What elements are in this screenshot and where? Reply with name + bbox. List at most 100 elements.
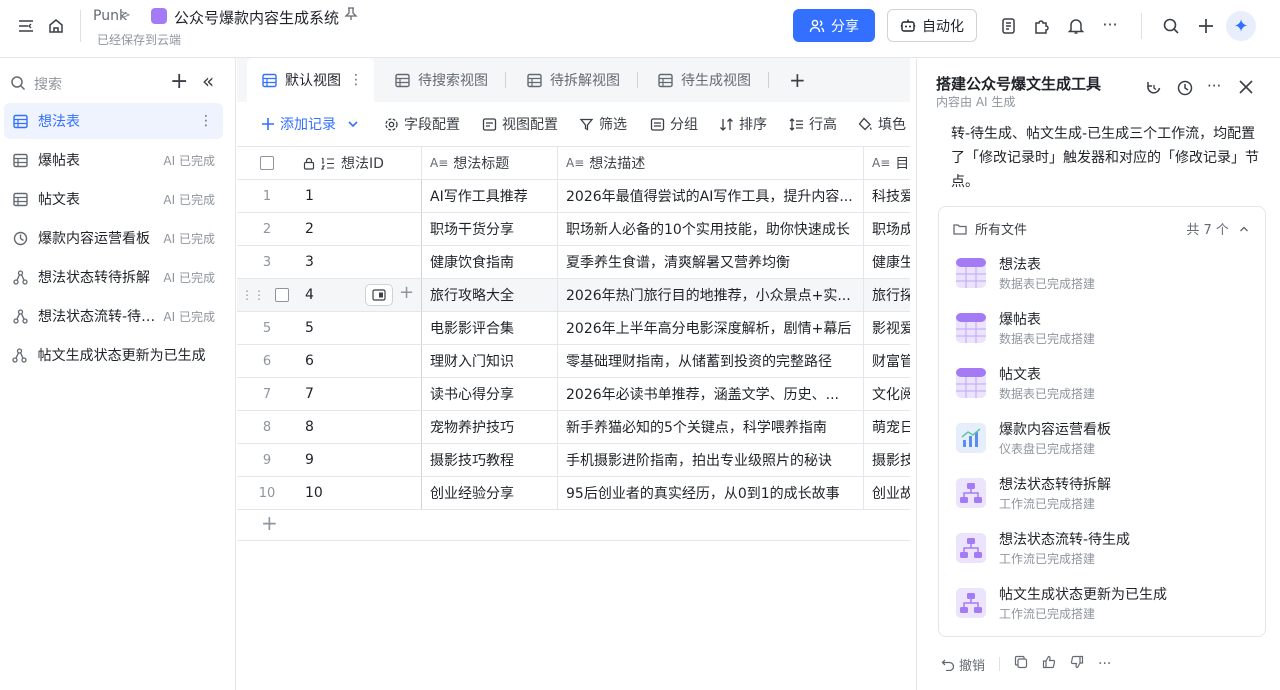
document-icon[interactable]: [997, 14, 1021, 38]
file-item[interactable]: 想法状态流转-待生成 工作流已完成搭建: [955, 528, 1255, 572]
select-all-checkbox[interactable]: [260, 156, 274, 170]
cell-idea-title[interactable]: 宠物养护技巧: [422, 411, 558, 443]
tab-search-view[interactable]: 待搜索视图: [395, 58, 488, 102]
close-icon[interactable]: [1238, 79, 1254, 99]
sidebar-search[interactable]: 搜索 + «: [10, 69, 225, 94]
file-item[interactable]: 想法状态转待拆解 工作流已完成搭建: [955, 473, 1255, 517]
cell-idea-id[interactable]: 3: [297, 246, 422, 278]
cell-target[interactable]: 科技爱: [864, 180, 910, 212]
cell-idea-id[interactable]: 8: [297, 411, 422, 443]
more-icon[interactable]: ···: [1207, 77, 1221, 95]
cell-target[interactable]: 旅行探: [864, 279, 910, 311]
table-row[interactable]: 2 2 职场干货分享 职场新人必备的10个实用技能，助你快速成长 职场成: [237, 213, 910, 246]
sidebar-item-workflow-1[interactable]: 想法状态转待拆解 AI 已完成: [4, 259, 223, 295]
add-record-button[interactable]: 添加记录: [261, 114, 359, 134]
group-button[interactable]: 分组: [650, 114, 698, 134]
history-icon[interactable]: [1176, 79, 1194, 101]
sidebar-item-dashboard[interactable]: 爆款内容运营看板 AI 已完成: [4, 220, 223, 256]
table-row[interactable]: 3 3 健康饮食指南 夏季养生食谱，清爽解暑又营养均衡 健康生: [237, 246, 910, 279]
cell-idea-id[interactable]: 1: [297, 180, 422, 212]
add-view-button[interactable]: +: [789, 58, 806, 102]
row-checkbox[interactable]: [275, 288, 289, 302]
row-select-cell[interactable]: ⋮⋮: [237, 279, 297, 311]
copy-icon[interactable]: [1014, 655, 1028, 673]
pin-icon[interactable]: [344, 7, 358, 25]
drag-handle-icon[interactable]: ⋮⋮: [241, 288, 265, 302]
cell-idea-id[interactable]: 5: [297, 312, 422, 344]
cell-idea-desc[interactable]: 2026年必读书单推荐，涵盖文学、历史、...: [558, 378, 864, 410]
table-row[interactable]: 7 7 读书心得分享 2026年必读书单推荐，涵盖文学、历史、... 文化阅: [237, 378, 910, 411]
row-height-button[interactable]: 行高: [789, 114, 837, 134]
more-vertical-icon[interactable]: ⋮: [199, 113, 213, 129]
view-config-button[interactable]: 视图配置: [482, 114, 558, 134]
field-config-button[interactable]: 字段配置: [384, 114, 460, 134]
sidebar-item-posts-table[interactable]: 帖文表 AI 已完成: [4, 181, 223, 217]
cell-idea-title[interactable]: 摄影技巧教程: [422, 444, 558, 476]
cell-target[interactable]: 创业故: [864, 477, 910, 509]
tab-default-view[interactable]: 默认视图 ⋮: [247, 58, 374, 102]
cell-target[interactable]: 影视爱: [864, 312, 910, 344]
cell-idea-id[interactable]: 10: [297, 477, 422, 509]
file-item[interactable]: 想法表 数据表已完成搭建: [955, 253, 1255, 297]
files-count-toggle[interactable]: 共 7 个: [1186, 219, 1249, 238]
cell-idea-desc[interactable]: 零基础理财指南，从储蓄到投资的完整路径: [558, 345, 864, 377]
thumbs-up-icon[interactable]: [1042, 655, 1056, 673]
cell-idea-title[interactable]: 理财入门知识: [422, 345, 558, 377]
column-header-idea-title[interactable]: A≡ 想法标题: [422, 147, 558, 179]
cell-idea-title[interactable]: 读书心得分享: [422, 378, 558, 410]
cell-idea-id[interactable]: 2: [297, 213, 422, 245]
cell-idea-title[interactable]: 创业经验分享: [422, 477, 558, 509]
cell-idea-desc[interactable]: 2026年热门旅行目的地推荐，小众景点+实...: [558, 279, 864, 311]
sidebar-item-viral-posts-table[interactable]: 爆帖表 AI 已完成: [4, 142, 223, 178]
chevron-down-icon[interactable]: [347, 118, 359, 130]
bell-icon[interactable]: [1064, 14, 1088, 38]
cell-target[interactable]: 萌宠日: [864, 411, 910, 443]
cell-target[interactable]: 文化阅: [864, 378, 910, 410]
doc-title[interactable]: 公众号爆款内容生成系统: [174, 7, 339, 28]
select-all-checkbox-cell[interactable]: [237, 147, 297, 179]
sort-button[interactable]: 排序: [719, 114, 767, 134]
home-icon[interactable]: [44, 14, 68, 38]
file-item[interactable]: 帖文表 数据表已完成搭建: [955, 363, 1255, 407]
ai-assistant-icon[interactable]: ✦: [1226, 11, 1256, 41]
cell-target[interactable]: 摄影技: [864, 444, 910, 476]
cell-idea-desc[interactable]: 职场新人必备的10个实用技能，助你快速成长: [558, 213, 864, 245]
file-item[interactable]: 爆款内容运营看板 仪表盘已完成搭建: [955, 418, 1255, 462]
share-button[interactable]: 分享: [793, 9, 875, 42]
add-item-button[interactable]: +: [170, 69, 188, 94]
cell-idea-id[interactable]: 9: [297, 444, 422, 476]
add-icon[interactable]: [1194, 14, 1218, 38]
tab-breakdown-view[interactable]: 待拆解视图: [527, 58, 620, 102]
cell-target[interactable]: 财富管: [864, 345, 910, 377]
file-item[interactable]: 帖文生成状态更新为已生成 工作流已完成搭建: [955, 583, 1255, 627]
cell-target[interactable]: 健康生: [864, 246, 910, 278]
filter-button[interactable]: 筛选: [579, 114, 627, 134]
column-header-idea-id[interactable]: 想法ID: [297, 147, 422, 179]
table-row[interactable]: 9 9 摄影技巧教程 手机摄影进阶指南，拍出专业级照片的秘诀 摄影技: [237, 444, 910, 477]
table-row[interactable]: 5 5 电影影评合集 2026年上半年高分电影深度解析，剧情+幕后 影视爱: [237, 312, 910, 345]
plugin-icon[interactable]: [1030, 14, 1054, 38]
more-icon[interactable]: ···: [1098, 12, 1122, 36]
column-header-idea-desc[interactable]: A≡ 想法描述: [558, 147, 864, 179]
refresh-icon[interactable]: [1145, 79, 1163, 101]
search-icon[interactable]: [1159, 14, 1183, 38]
cell-idea-desc[interactable]: 95后创业者的真实经历，从0到1的成长故事: [558, 477, 864, 509]
cell-idea-desc[interactable]: 夏季养生食谱，清爽解暑又营养均衡: [558, 246, 864, 278]
file-item[interactable]: 爆帖表 数据表已完成搭建: [955, 308, 1255, 352]
sidebar-item-workflow-3[interactable]: 帖文生成状态更新为已生成: [4, 337, 223, 373]
table-row[interactable]: 1 1 AI写作工具推荐 2026年最值得尝试的AI写作工具，提升内容... 科技爱: [237, 180, 910, 213]
sidebar-item-ideas-table[interactable]: 想法表 ⋮: [4, 103, 223, 139]
automation-button[interactable]: 自动化: [887, 9, 977, 42]
thumbs-down-icon[interactable]: [1070, 655, 1084, 673]
sidebar-item-workflow-2[interactable]: 想法状态流转-待生成 AI 已完成: [4, 298, 223, 334]
cell-target[interactable]: 职场成: [864, 213, 910, 245]
fill-color-button[interactable]: 填色: [858, 114, 906, 134]
cell-idea-id[interactable]: 6: [297, 345, 422, 377]
table-row[interactable]: 10 10 创业经验分享 95后创业者的真实经历，从0到1的成长故事 创业故: [237, 477, 910, 510]
expand-record-icon[interactable]: [365, 284, 393, 306]
cell-idea-desc[interactable]: 2026年上半年高分电影深度解析，剧情+幕后: [558, 312, 864, 344]
cell-idea-id[interactable]: 7: [297, 378, 422, 410]
cell-idea-title[interactable]: 健康饮食指南: [422, 246, 558, 278]
tab-more-icon[interactable]: ⋮: [349, 72, 363, 88]
sidebar-toggle-icon[interactable]: [14, 14, 38, 38]
